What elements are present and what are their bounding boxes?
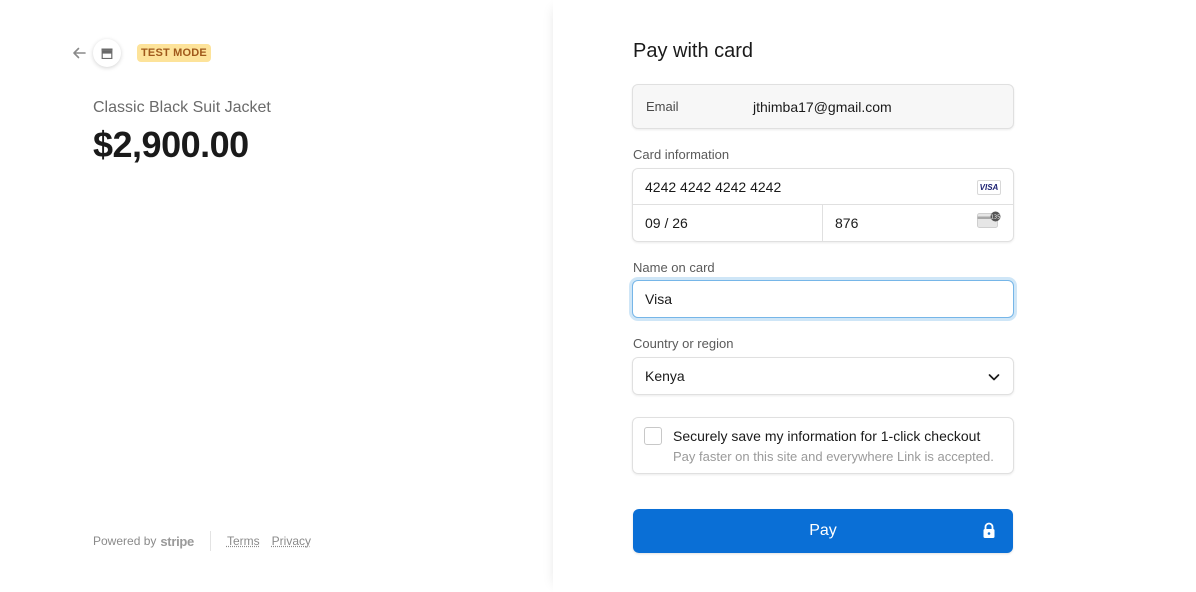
- email-label: Email: [646, 99, 679, 114]
- save-info-checkbox[interactable]: [644, 427, 662, 445]
- footer: Powered by stripe Terms Privacy: [93, 531, 323, 551]
- country-value: Kenya: [645, 368, 685, 384]
- stripe-logo: stripe: [160, 533, 194, 549]
- pay-button[interactable]: Pay: [633, 509, 1013, 553]
- back-arrow-icon[interactable]: [70, 44, 88, 62]
- name-on-card-input[interactable]: Visa: [632, 280, 1014, 318]
- card-expiry-input[interactable]: 09 / 26: [633, 205, 823, 241]
- order-summary-panel: TEST MODE Classic Black Suit Jacket $2,9…: [0, 0, 553, 592]
- chevron-down-icon: [987, 370, 1001, 384]
- card-number-input[interactable]: 4242 4242 4242 4242 VISA: [633, 169, 1013, 205]
- visa-icon: VISA: [977, 180, 1001, 195]
- card-information-label: Card information: [633, 147, 730, 162]
- save-info-subtitle: Pay faster on this site and everywhere L…: [673, 449, 994, 464]
- country-label: Country or region: [633, 336, 734, 351]
- svg-text:135: 135: [991, 215, 1001, 221]
- card-cvc-input[interactable]: 876 135: [823, 205, 1013, 241]
- email-value: jthimba17@gmail.com: [753, 98, 892, 115]
- email-field[interactable]: Email jthimba17@gmail.com: [632, 84, 1014, 129]
- powered-by[interactable]: Powered by stripe: [93, 534, 194, 549]
- save-info-title: Securely save my information for 1-click…: [673, 428, 981, 444]
- footer-divider: [209, 531, 211, 551]
- privacy-link[interactable]: Privacy: [272, 534, 311, 548]
- card-cvc-icon: 135: [977, 211, 1001, 229]
- name-on-card-value: Visa: [645, 291, 672, 307]
- product-price: $2,900.00: [93, 124, 249, 165]
- terms-link[interactable]: Terms: [227, 534, 260, 548]
- save-info-option: Securely save my information for 1-click…: [632, 417, 1014, 474]
- card-cvc-value: 876: [835, 215, 859, 231]
- product-name: Classic Black Suit Jacket: [93, 99, 271, 116]
- country-select[interactable]: Kenya: [632, 357, 1014, 395]
- name-on-card-label: Name on card: [633, 260, 715, 275]
- pay-button-label: Pay: [809, 522, 837, 539]
- powered-by-label: Powered by: [93, 534, 157, 548]
- card-number-value: 4242 4242 4242 4242: [645, 178, 782, 195]
- test-mode-badge: TEST MODE: [137, 44, 211, 62]
- store-icon[interactable]: [93, 39, 121, 67]
- card-information-group: 4242 4242 4242 4242 VISA 09 / 26 876 135: [632, 168, 1014, 242]
- form-title: Pay with card: [633, 40, 754, 62]
- card-expiry-value: 09 / 26: [645, 215, 688, 231]
- lock-icon: [981, 522, 997, 539]
